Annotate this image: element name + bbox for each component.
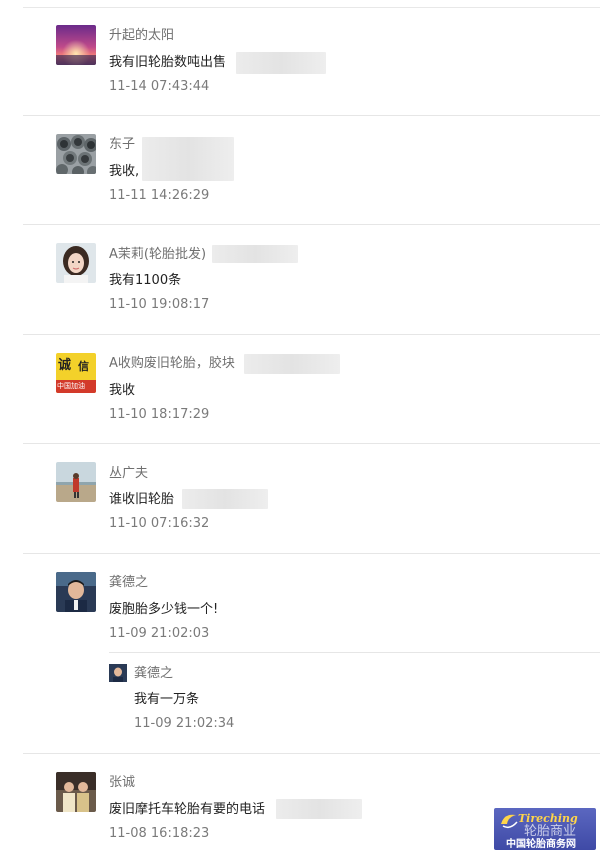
commenter-name[interactable]: 东子 bbox=[109, 137, 135, 153]
comment-time: 11-09 21:02:03 bbox=[109, 626, 210, 641]
avatar-beach[interactable] bbox=[56, 462, 96, 502]
reply-time: 11-09 21:02:34 bbox=[134, 716, 235, 731]
comment-time: 11-08 16:18:23 bbox=[109, 826, 210, 841]
redacted-block bbox=[212, 245, 298, 263]
site-watermark: Tireching 轮胎商业 中国轮胎商务网 bbox=[494, 808, 596, 850]
redacted-block bbox=[244, 354, 340, 374]
avatar-char: 诚 bbox=[58, 358, 72, 373]
comment-time: 11-14 07:43:44 bbox=[109, 79, 210, 94]
comment-time: 11-11 14:26:29 bbox=[109, 188, 210, 203]
top-divider bbox=[23, 7, 600, 8]
avatar-woman[interactable] bbox=[56, 243, 96, 283]
redacted-block bbox=[182, 489, 268, 509]
reply-author-name[interactable]: 龚德之 bbox=[134, 666, 173, 682]
avatar-pipes[interactable] bbox=[56, 134, 96, 174]
comment-time: 11-10 18:17:29 bbox=[109, 407, 210, 422]
redacted-block bbox=[276, 799, 362, 819]
watermark-site: 中国轮胎商务网 bbox=[506, 839, 576, 850]
avatar-integrity-sign[interactable]: 诚 信 中国加油 bbox=[56, 353, 96, 393]
avatar-man[interactable] bbox=[56, 572, 96, 612]
commenter-name[interactable]: 张诚 bbox=[109, 775, 135, 791]
commenter-name[interactable]: A收购废旧轮胎，胶块 bbox=[109, 356, 235, 372]
comment-text: 我有旧轮胎数吨出售 bbox=[109, 55, 227, 70]
commenter-name[interactable]: 龚德之 bbox=[109, 575, 148, 591]
comment-divider bbox=[23, 753, 600, 754]
brand-logo-icon bbox=[501, 814, 518, 829]
comment-text: 废胞胎多少钱一个! bbox=[109, 602, 219, 617]
avatar-caption: 中国加油 bbox=[57, 382, 85, 390]
comment-divider bbox=[23, 224, 600, 225]
comment-text: 我收 bbox=[109, 383, 136, 398]
reply-avatar[interactable] bbox=[109, 664, 127, 682]
reply-divider bbox=[109, 652, 600, 653]
avatar-sunrise[interactable] bbox=[56, 25, 96, 65]
comment-text: 我有1100条 bbox=[109, 273, 182, 288]
comment-time: 11-10 19:08:17 bbox=[109, 297, 210, 312]
comment-text: 我收, bbox=[109, 164, 140, 179]
commenter-name[interactable]: 丛广夫 bbox=[109, 466, 148, 482]
comment-text: 废旧摩托车轮胎有要的电话 bbox=[109, 802, 266, 817]
redacted-block bbox=[142, 137, 234, 181]
comment-divider bbox=[23, 443, 600, 444]
redacted-block bbox=[236, 52, 326, 74]
avatar-char: 信 bbox=[78, 360, 89, 373]
reply-text: 我有一万条 bbox=[134, 692, 200, 707]
avatar-couple[interactable] bbox=[56, 772, 96, 812]
comment-divider bbox=[23, 115, 600, 116]
commenter-name[interactable]: 升起的太阳 bbox=[109, 28, 174, 44]
comment-time: 11-10 07:16:32 bbox=[109, 516, 210, 531]
comment-text: 谁收旧轮胎 bbox=[109, 492, 175, 507]
comment-divider bbox=[23, 334, 600, 335]
comment-divider bbox=[23, 553, 600, 554]
commenter-name[interactable]: A茉莉(轮胎批发) bbox=[109, 247, 206, 263]
